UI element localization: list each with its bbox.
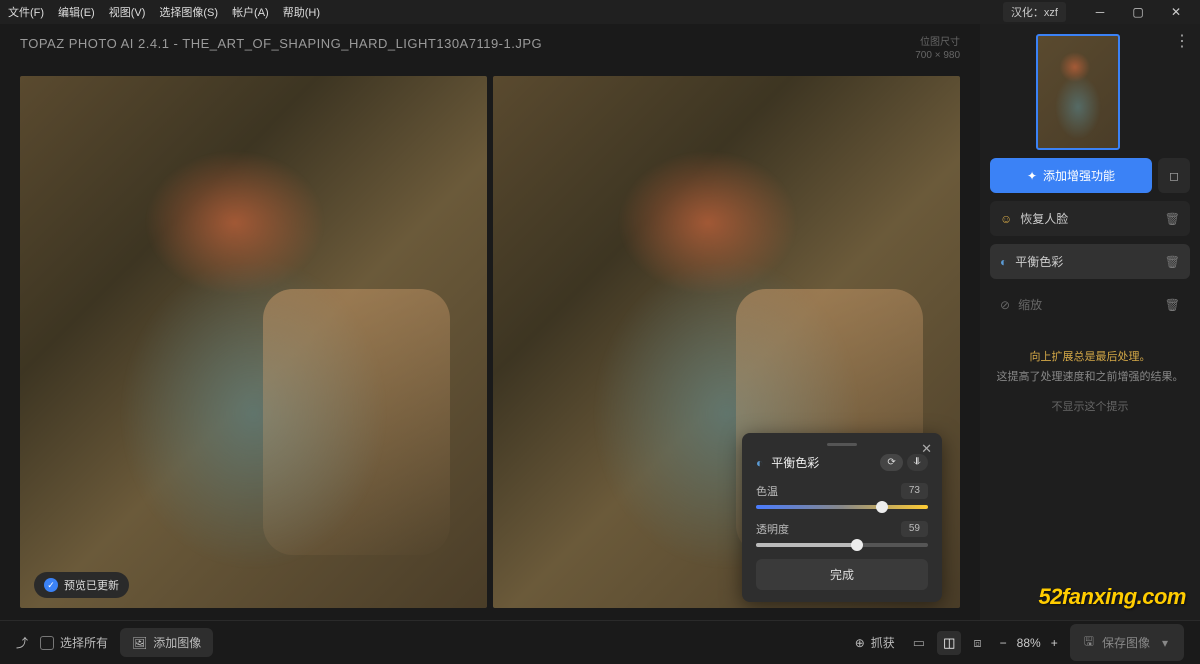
tip-title: 向上扩展总是最后处理。: [996, 348, 1184, 368]
balance-color-popup: ✕ ◐ 平衡色彩 ⟳ ⥥ 色温 73: [742, 433, 942, 602]
check-icon: ✓: [44, 578, 58, 592]
menu-view[interactable]: 视图(V): [109, 4, 146, 20]
chevron-down-icon: ▾: [1162, 636, 1168, 650]
enhancement-balance-color[interactable]: ◐ 平衡色彩 🗑: [990, 244, 1190, 279]
crop-icon: ◻: [1169, 169, 1179, 183]
sidebar: ⋮ ✦ 添加增强功能 ◻ ☺ 恢复人脸 🗑 ◐ 平衡色彩 🗑 ⊘ 缩放 🗑: [980, 24, 1200, 620]
target-icon: ⊕: [855, 636, 865, 650]
dimension-label: 位图尺寸: [915, 36, 960, 49]
opacity-slider[interactable]: [756, 543, 928, 547]
menu-help[interactable]: 帮助(H): [283, 4, 320, 20]
save-image-button[interactable]: 🖫 保存图像 ▾: [1070, 624, 1184, 661]
face-icon: ☺: [1000, 212, 1012, 226]
add-enhancement-button[interactable]: ✦ 添加增强功能: [990, 158, 1152, 193]
delete-icon[interactable]: 🗑: [1165, 298, 1180, 312]
translator-badge: 汉化：xzf: [1003, 2, 1066, 22]
delete-icon[interactable]: 🗑: [1165, 255, 1180, 269]
menu-edit[interactable]: 编辑(E): [58, 4, 95, 20]
tip-body: 这提高了处理速度和之前增强的结果。: [996, 368, 1184, 388]
enhancement-recover-face[interactable]: ☺ 恢复人脸 🗑: [990, 201, 1190, 236]
tip-panel: 向上扩展总是最后处理。 这提高了处理速度和之前增强的结果。 不显示这个提示: [990, 348, 1190, 417]
save-icon: 🖫: [1084, 632, 1094, 653]
add-image-button[interactable]: 🖼 添加图像: [120, 628, 213, 657]
balance-icon: ◐: [756, 456, 763, 470]
watermark: 52fanxing.com: [1038, 584, 1186, 610]
popup-title: 平衡色彩: [771, 454, 819, 471]
upload-icon: ⤴: [16, 634, 28, 651]
view-compare-icon[interactable]: ⧈: [967, 631, 987, 655]
temperature-label: 色温: [756, 483, 778, 499]
temperature-slider[interactable]: [756, 505, 928, 509]
zoom-level[interactable]: 88%: [1017, 636, 1041, 650]
maximize-button[interactable]: ▢: [1122, 0, 1154, 24]
auto-button[interactable]: ⟳: [880, 454, 902, 471]
document-title: TOPAZ PHOTO AI 2.4.1 - THE_ART_OF_SHAPIN…: [20, 36, 542, 62]
balance-icon: ◐: [1000, 255, 1007, 269]
image-thumbnail[interactable]: [1036, 34, 1120, 150]
delete-icon[interactable]: 🗑: [1165, 212, 1180, 226]
preview-updated-badge: ✓ 预览已更新: [34, 572, 129, 598]
view-split-icon[interactable]: ◫: [937, 631, 961, 655]
zoom-out-button[interactable]: −: [1000, 636, 1007, 650]
opacity-value: 59: [901, 521, 928, 537]
opacity-label: 透明度: [756, 521, 789, 537]
drag-handle[interactable]: [827, 443, 857, 446]
export-button[interactable]: ⤴: [16, 634, 28, 651]
eye-off-icon: ⊘: [1000, 298, 1010, 312]
crop-button[interactable]: ◻: [1158, 158, 1190, 193]
dimension-value: 700 × 980: [915, 49, 960, 62]
sparkle-icon: ✦: [1027, 169, 1037, 183]
view-single-icon[interactable]: ▭: [907, 631, 931, 655]
menu-bar: 文件(F) 编辑(E) 视图(V) 选择图像(S) 帐户(A) 帮助(H): [8, 4, 320, 20]
view-mode-controls: ▭ ◫ ⧈: [907, 631, 988, 655]
image-icon: 🖼: [132, 636, 147, 650]
menu-select-image[interactable]: 选择图像(S): [159, 4, 218, 20]
close-button[interactable]: ✕: [1160, 0, 1192, 24]
tip-dismiss[interactable]: 不显示这个提示: [996, 398, 1184, 418]
enhancement-upscale[interactable]: ⊘ 缩放 🗑: [990, 287, 1190, 322]
capture-button[interactable]: ⊕ 抓获: [855, 634, 895, 651]
zoom-in-button[interactable]: +: [1051, 636, 1058, 650]
processed-image-pane[interactable]: ✕ ◐ 平衡色彩 ⟳ ⥥ 色温 73: [493, 76, 960, 608]
temperature-value: 73: [901, 483, 928, 499]
more-menu-icon[interactable]: ⋮: [1174, 34, 1190, 46]
popup-close-icon[interactable]: ✕: [921, 441, 932, 457]
select-all-checkbox[interactable]: 选择所有: [40, 634, 108, 651]
menu-file[interactable]: 文件(F): [8, 4, 44, 20]
done-button[interactable]: 完成: [756, 559, 928, 590]
minimize-button[interactable]: ─: [1084, 0, 1116, 24]
original-image-pane[interactable]: ✓ 预览已更新: [20, 76, 487, 608]
menu-account[interactable]: 帐户(A): [232, 4, 269, 20]
